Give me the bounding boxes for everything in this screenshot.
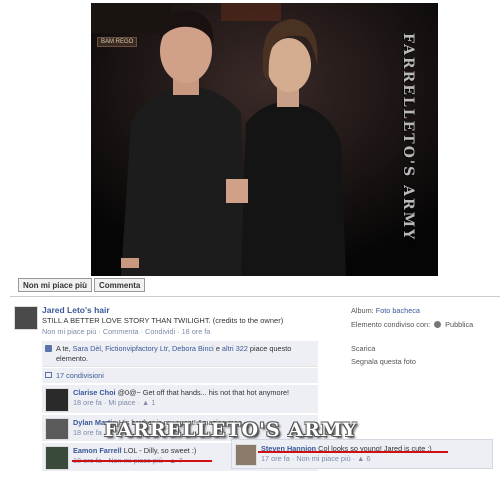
commenter-avatar[interactable] xyxy=(45,446,69,470)
commenter-name[interactable]: Eamon Farrell xyxy=(73,446,122,455)
post-author[interactable]: Jared Leto's hair xyxy=(42,305,110,315)
shared-info: Elemento condiviso con: Pubblica xyxy=(351,320,473,329)
comment-item: Clarise Choi @0@~ Get off that hands... … xyxy=(42,385,318,413)
share-icon xyxy=(45,372,52,378)
overlaid-comment: Steven Hannion Col looks so young! Jared… xyxy=(231,439,493,469)
comment-text: LOL - Dilly, so sweet :) xyxy=(123,446,197,455)
like-name[interactable]: Fictionvipfactory Ltr xyxy=(105,344,168,353)
commenter-avatar[interactable] xyxy=(235,444,257,466)
globe-icon xyxy=(434,321,442,328)
photo-sign: BAM REGO xyxy=(97,37,138,47)
comment-unlike-link[interactable]: Non mi piace più xyxy=(296,454,350,463)
album-info: Album: Foto bacheca xyxy=(351,306,420,315)
post-photo[interactable]: BAM REGO FARRELLETO'S ARMY xyxy=(91,3,438,276)
comment-time[interactable]: 18 ore fa xyxy=(73,398,102,407)
watermark-overlay: FARRELLETO'S ARMY xyxy=(104,419,358,441)
separator: · xyxy=(177,327,180,336)
divider xyxy=(10,296,500,297)
report-photo-link[interactable]: Segnala questa foto xyxy=(351,357,416,366)
like-name[interactable]: Sara Dèl xyxy=(73,344,101,353)
page-avatar[interactable] xyxy=(14,306,38,330)
comment-time[interactable]: 17 ore fa xyxy=(261,454,290,463)
privacy-value[interactable]: Pubblica xyxy=(445,320,473,329)
post-comment-link[interactable]: Commenta xyxy=(103,327,139,336)
comment-text: @0@~ Get off that hands... his not that … xyxy=(117,388,290,397)
comment-like-link[interactable]: Mi piace xyxy=(108,398,135,407)
comment-time[interactable]: 18 ore fa xyxy=(73,428,102,437)
comment-like-count[interactable]: 1 xyxy=(151,398,155,407)
separator: · xyxy=(140,327,144,336)
likes-summary: A te, Sara Dèl, Fictionvipfactory Ltr, D… xyxy=(42,341,318,367)
shares-count[interactable]: 17 condivisioni xyxy=(42,368,318,383)
post-share-link[interactable]: Condividi xyxy=(145,327,175,336)
shared-label: Elemento condiviso con: xyxy=(351,320,431,329)
album-label: Album: xyxy=(351,306,374,315)
photo-illustration xyxy=(91,3,438,276)
unlike-button[interactable]: Non mi piace più xyxy=(18,278,93,292)
comment-button[interactable]: Commenta xyxy=(94,278,146,292)
separator: e xyxy=(213,344,222,353)
separator: · xyxy=(98,327,101,336)
thumbs-up-icon: ▲ xyxy=(357,454,365,463)
likes-prefix: A te, xyxy=(56,344,73,353)
post-caption: STILL A BETTER LOVE STORY THAN TWILIGHT.… xyxy=(42,316,284,325)
comment-body: Clarise Choi @0@~ Get off that hands... … xyxy=(73,388,290,407)
download-link[interactable]: Scarica xyxy=(351,344,375,353)
like-name[interactable]: Debora Binci xyxy=(172,344,214,353)
photo-action-bar: Non mi piace più Commenta xyxy=(18,278,146,292)
comment-body: Steven Hannion Col looks so young! Jared… xyxy=(261,444,432,463)
highlight-underline xyxy=(72,460,212,462)
comment-like-count[interactable]: 6 xyxy=(366,454,370,463)
commenter-avatar[interactable] xyxy=(45,418,69,440)
highlight-underline xyxy=(258,451,448,453)
commenter-name[interactable]: Clarise Choi xyxy=(73,388,116,397)
shares-label[interactable]: 17 condivisioni xyxy=(56,371,104,380)
thumbs-up-icon: ▲ xyxy=(141,398,150,407)
watermark-vertical: FARRELLETO'S ARMY xyxy=(400,33,416,242)
commenter-avatar[interactable] xyxy=(45,388,69,412)
likes-others-link[interactable]: altri 322 xyxy=(222,344,248,353)
album-link[interactable]: Foto bacheca xyxy=(376,306,420,315)
post-unlike-link[interactable]: Non mi piace più xyxy=(42,327,96,336)
thumbs-up-icon xyxy=(45,345,52,352)
post-meta: Non mi piace più · Commenta · Condividi … xyxy=(42,327,210,336)
post-time[interactable]: 18 ore fa xyxy=(182,327,211,336)
